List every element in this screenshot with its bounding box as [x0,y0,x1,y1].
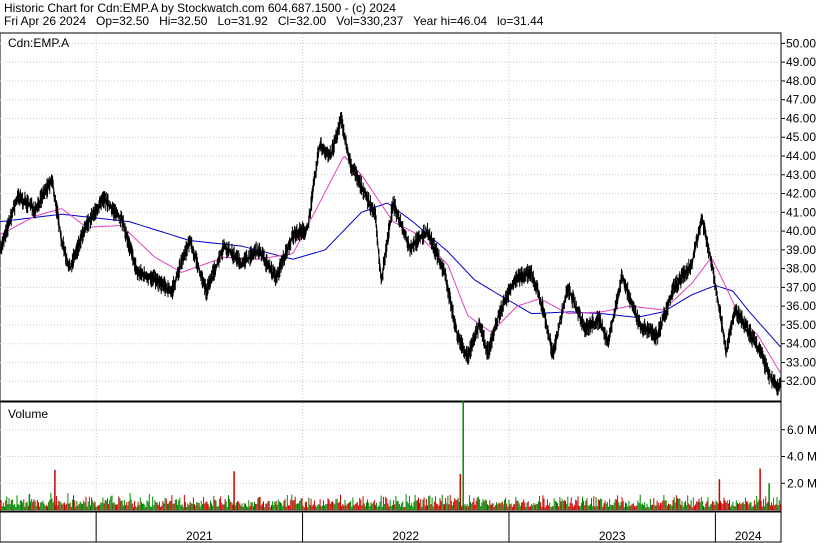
year-label: 2021 [186,529,213,543]
price-tick-label: 39.00 [786,243,816,257]
year-label: 2023 [599,529,626,543]
price-tick-label: 48.00 [786,74,816,88]
price-tick-label: 45.00 [786,130,816,144]
price-tick-label: 46.00 [786,111,816,125]
price-tick-label: 32.00 [786,374,816,388]
price-tick-label: 44.00 [786,149,816,163]
price-tick-label: 50.00 [786,36,816,50]
year-label: 2024 [735,529,762,543]
volume-tick-label: 4.0 M [787,450,817,464]
price-panel-title: Cdn:EMP.A [8,36,69,50]
price-tick-label: 40.00 [786,224,816,238]
volume-tick-label: 6.0 M [787,423,817,437]
price-tick-label: 37.00 [786,280,816,294]
date-axis-frame [0,511,782,543]
price-tick-label: 42.00 [786,187,816,201]
price-tick-label: 38.00 [786,262,816,276]
price-tick-label: 41.00 [786,205,816,219]
price-tick-label: 49.00 [786,55,816,69]
volume-axis-labels: 6.0 M 4.0 M 2.0 M [787,423,817,491]
price-tick-label: 36.00 [786,299,816,313]
year-label: 2022 [392,529,419,543]
price-axis-labels: 50.00 49.00 48.00 47.00 46.00 45.00 44.00 43.00… [786,36,816,388]
volume-panel-title: Volume [8,407,48,421]
price-tick-label: 33.00 [786,355,816,369]
price-tick-label: 35.00 [786,318,816,332]
price-tick-label: 43.00 [786,168,816,182]
price-tick-label: 47.00 [786,93,816,107]
price-tick-label: 34.00 [786,337,816,351]
volume-tick-label: 2.0 M [787,476,817,490]
stock-chart: Historic Chart for Cdn:EMP.A by Stockwat… [0,0,830,543]
chart-canvas: 50.00 49.00 48.00 47.00 46.00 45.00 44.00 43.00… [0,32,817,543]
